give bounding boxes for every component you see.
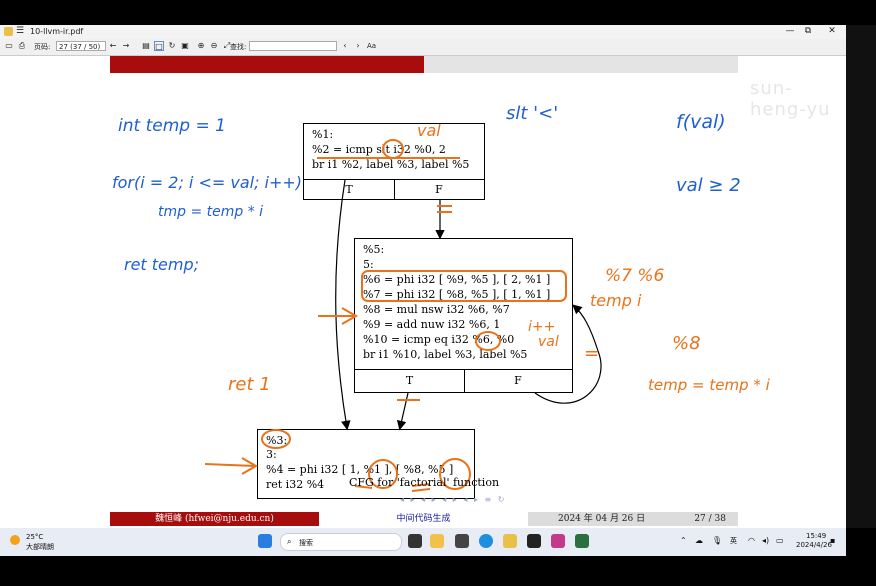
search-icon: ⌕	[287, 537, 292, 546]
node-line: %4 = phi i32 [ 1, %1 ], [ %8, %5 ]	[266, 463, 454, 476]
find-prev-icon[interactable]: ‹	[340, 41, 350, 51]
clock-time[interactable]: 15:49	[806, 532, 826, 540]
screen-edge	[846, 25, 876, 528]
rotate-icon[interactable]: ↻	[167, 41, 177, 51]
footer-date-page: 2024 年 04 月 26 日 27 / 38	[528, 512, 738, 526]
task-view-icon[interactable]	[408, 534, 422, 548]
app-icon-2[interactable]	[455, 534, 469, 548]
print-icon[interactable]: ⎙	[17, 41, 27, 51]
weather-desc: 大部晴朗	[26, 543, 54, 551]
page-input[interactable]: 27 (37 / 50)	[56, 41, 106, 51]
text-size-button[interactable]: Aa	[367, 42, 376, 50]
document-view[interactable]: sun-heng-yu %1: %2 = icmp slt i32 %0, 2 …	[0, 56, 846, 528]
beamer-nav-icons[interactable]: ◂ ▸ ◂ ▸ ◂ ▸ ◂ ▸ ≡ ↻	[400, 495, 506, 504]
next-page-icon[interactable]: →	[121, 41, 131, 51]
volume-icon[interactable]: ◂)	[762, 536, 769, 545]
page-label: 页码:	[34, 43, 51, 51]
port-false: F	[435, 183, 443, 196]
weather-temp: 25°C	[26, 533, 44, 541]
window-title: 10-llvm-ir.pdf	[30, 27, 84, 36]
app-icon	[4, 27, 13, 36]
tray-cloud-icon[interactable]: ☁	[695, 536, 703, 545]
slide-footer: 魏恒峰 (hfwei@nju.edu.cn) 中间代码生成 2024 年 04 …	[110, 512, 738, 526]
node-line: 5:	[363, 258, 374, 271]
close-button[interactable]: ✕	[822, 26, 842, 36]
terminal-icon[interactable]	[527, 534, 541, 548]
search-label: 搜索	[299, 539, 313, 547]
maximize-button[interactable]: ⧉	[798, 26, 818, 36]
node-line: br i1 %10, label %3, label %5	[363, 348, 528, 361]
find-input[interactable]	[249, 41, 337, 51]
fit-page-icon[interactable]: □	[154, 41, 164, 51]
minimize-button[interactable]: —	[780, 26, 800, 36]
pdf-viewer-window: ☰ 10-llvm-ir.pdf — ⧉ ✕ ▭ ⎙ 页码: 27 (37 / …	[0, 25, 846, 528]
port-true: T	[405, 374, 414, 387]
wifi-icon[interactable]: ◠	[748, 536, 755, 545]
pdf-app-icon[interactable]	[503, 534, 517, 548]
app-icon-7[interactable]	[551, 534, 565, 548]
zoom-out-icon[interactable]: ⊖	[209, 41, 219, 51]
node-line: %2 = icmp slt i32 %0, 2	[312, 143, 446, 156]
title-bar: ☰ 10-llvm-ir.pdf — ⧉ ✕	[0, 25, 846, 39]
figure-caption: CFG for 'factorial' function	[348, 476, 500, 489]
node-line: %9 = add nuw i32 %6, 1	[363, 318, 501, 331]
weather-icon[interactable]	[10, 535, 20, 545]
node-line: %6 = phi i32 [ %9, %5 ], [ 2, %1 ]	[363, 273, 551, 286]
zoom-in-icon[interactable]: ⊕	[196, 41, 206, 51]
footer-section: 中间代码生成	[319, 512, 528, 526]
fit-width-icon[interactable]: ▣	[180, 41, 190, 51]
port-false: F	[514, 374, 522, 387]
battery-icon[interactable]: ▭	[776, 536, 784, 545]
prev-page-icon[interactable]: ←	[108, 41, 118, 51]
node-line: %7 = phi i32 [ %8, %5 ], [ 1, %1 ]	[363, 288, 551, 301]
footer-page: 27 / 38	[694, 514, 726, 524]
find-next-icon[interactable]: ›	[353, 41, 363, 51]
port-true: T	[345, 183, 353, 196]
tray-mic-icon[interactable]: 🎙	[712, 536, 722, 545]
node-line: br i1 %2, label %3, label %5	[312, 158, 470, 171]
windows-start-icon[interactable]	[258, 534, 272, 548]
notification-icon[interactable]: ▪	[830, 536, 835, 545]
taskbar: 25°C 大部晴朗 ⌕ 搜索 ⌃ ☁ 🎙 英 ◠ ◂) ▭ 15:49 2024…	[0, 528, 846, 556]
slide-header-bar	[110, 56, 424, 73]
cfg-node-entry: %1: %2 = icmp slt i32 %0, 2 br i1 %2, la…	[303, 123, 485, 200]
cfg-node-loop: %5: 5: %6 = phi i32 [ %9, %5 ], [ 2, %1 …	[354, 238, 573, 393]
file-explorer-icon[interactable]	[430, 534, 444, 548]
ime-indicator[interactable]: 英	[730, 536, 737, 546]
footer-author: 魏恒峰 (hfwei@nju.edu.cn)	[110, 512, 319, 526]
node-line: 3:	[266, 448, 277, 461]
taskbar-search[interactable]: ⌕ 搜索	[280, 533, 402, 551]
menu-icon[interactable]: ☰	[16, 26, 24, 36]
node-line: %5:	[363, 243, 385, 256]
clock-date[interactable]: 2024/4/26	[796, 541, 832, 549]
toolbar: ▭ ⎙ 页码: 27 (37 / 50) ← → ▤ □ ↻ ▣ ⊕ ⊖ ⤢ 查…	[0, 39, 846, 56]
footer-date: 2024 年 04 月 26 日	[558, 514, 646, 524]
node-line: %1:	[312, 128, 334, 141]
find-label: 查找:	[230, 43, 247, 51]
tray-chevron-icon[interactable]: ⌃	[680, 536, 687, 545]
slide-header-bar-right	[424, 56, 738, 73]
watermark: sun-heng-yu	[750, 78, 831, 120]
open-folder-icon[interactable]: ▭	[4, 41, 14, 51]
app-icon-8[interactable]	[575, 534, 589, 548]
node-line: %10 = icmp eq i32 %6, %0	[363, 333, 515, 346]
node-line: %8 = mul nsw i32 %6, %7	[363, 303, 510, 316]
edge-browser-icon[interactable]	[479, 534, 493, 548]
node-line: %3:	[266, 434, 288, 447]
single-page-icon[interactable]: ▤	[141, 41, 151, 51]
